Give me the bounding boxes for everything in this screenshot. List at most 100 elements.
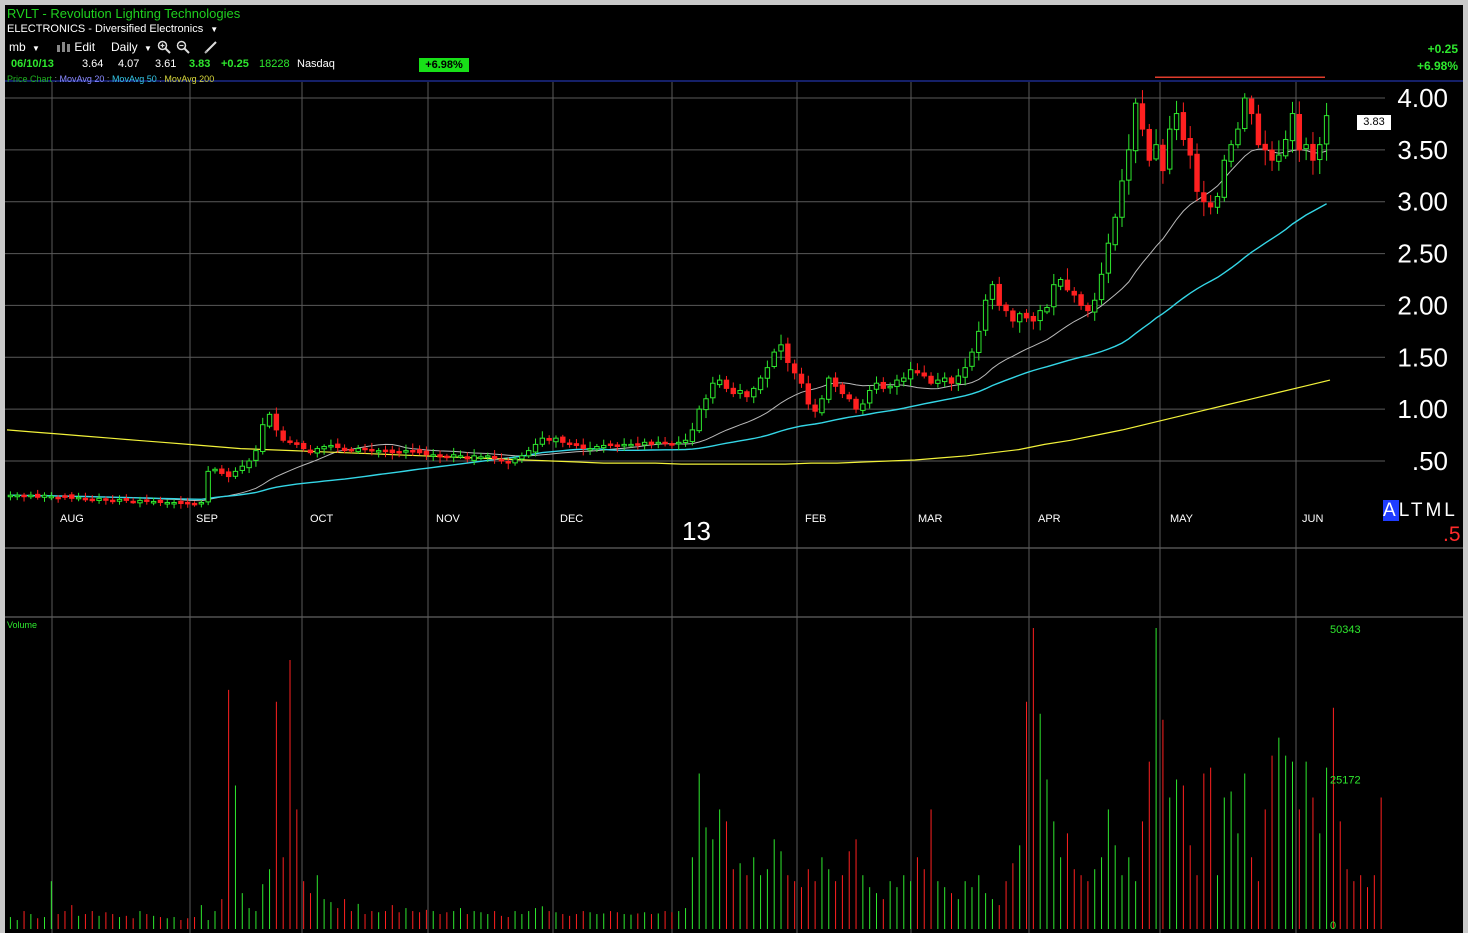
legend-ma20[interactable]: MovAvg 20: [60, 74, 105, 84]
candle-down: [730, 387, 736, 395]
candle-up: [232, 470, 239, 477]
candle-up: [1119, 180, 1125, 218]
candle-up: [471, 455, 477, 461]
candle-down: [82, 497, 89, 501]
edit-menu[interactable]: Edit: [57, 41, 95, 54]
candle-up: [430, 454, 436, 457]
timeframe-selector[interactable]: ALTML: [1383, 500, 1458, 521]
candle-up: [628, 443, 634, 447]
candle-down: [805, 383, 812, 405]
candle-down: [300, 443, 307, 450]
candle-down: [1255, 113, 1262, 146]
candle-down: [1085, 305, 1091, 312]
candle-up: [1303, 144, 1309, 150]
zoom-out-icon[interactable]: [176, 40, 190, 59]
candle-down: [191, 502, 198, 506]
candle-down: [1187, 138, 1193, 156]
chevron-down-icon[interactable]: ▼: [210, 25, 218, 34]
price-axis-label: .50: [1412, 446, 1448, 476]
candle-up: [1282, 138, 1289, 157]
quote-high: 4.07: [118, 58, 140, 70]
legend-ma50[interactable]: MovAvg 50: [112, 74, 157, 84]
price-axis-label: 3.00: [1397, 187, 1448, 217]
user-menu[interactable]: mb ▼: [9, 41, 40, 53]
draw-pen-icon[interactable]: [204, 40, 218, 59]
candle-up: [1057, 279, 1064, 287]
candle-down: [1180, 112, 1187, 140]
candle-down: [1248, 98, 1255, 115]
candle-down: [1194, 153, 1200, 192]
quote-open: 3.64: [82, 58, 104, 70]
candle-up: [935, 379, 941, 384]
candle-down: [1078, 294, 1084, 306]
candle-down: [635, 443, 641, 446]
candle-up: [1153, 144, 1159, 160]
candle-up: [819, 398, 825, 414]
time-axis-label: APR: [1038, 513, 1061, 525]
legend-ma200[interactable]: MovAvg 200: [164, 74, 214, 84]
chart-canvas[interactable]: .501.001.502.002.503.003.504.00AUG SEP OCT…: [0, 0, 1468, 933]
legend-price-chart[interactable]: Price Chart: [7, 74, 52, 84]
candle-up: [532, 443, 539, 453]
candle-down: [607, 443, 614, 446]
candle-up: [587, 448, 593, 451]
timeframe-l[interactable]: L: [1399, 500, 1411, 521]
candle-down: [948, 377, 955, 384]
candle-down: [832, 377, 839, 387]
candle-up: [907, 369, 914, 380]
candle-up: [1228, 144, 1234, 162]
candle-down: [846, 394, 852, 400]
candle-up: [355, 448, 361, 453]
candle-down: [1207, 202, 1214, 208]
candle-up: [621, 443, 627, 447]
timeframe-l2[interactable]: L: [1444, 500, 1458, 521]
candle-up: [751, 387, 757, 398]
user-label: mb: [9, 40, 26, 54]
candle-up: [525, 450, 532, 457]
candle-up: [716, 379, 723, 386]
timeframe-a[interactable]: A: [1383, 500, 1399, 521]
industry-selector[interactable]: ELECTRONICS - Diversified Electronics ▼: [7, 24, 218, 35]
indicator-legend[interactable]: Price Chart : MovAvg 20 : MovAvg 50 : Mo…: [7, 75, 214, 84]
quote-low: 3.61: [155, 58, 177, 70]
candle-down: [1023, 312, 1030, 319]
zoom-in-icon[interactable]: [157, 40, 171, 59]
time-axis-label: AUG: [60, 513, 84, 525]
candle-down: [130, 500, 136, 504]
candle-down: [560, 436, 566, 443]
volume-axis-label: 0: [1330, 920, 1336, 932]
last-price-box: 3.83: [1357, 115, 1391, 130]
candle-up: [866, 389, 873, 404]
period-label: Daily: [111, 40, 138, 54]
time-axis-label: FEB: [805, 513, 826, 525]
candle-up: [757, 377, 764, 391]
candle-down: [1201, 192, 1207, 203]
volume-axis-label: 25172: [1330, 774, 1361, 786]
ma50-line: [10, 203, 1327, 501]
candle-up: [860, 403, 866, 411]
timeframe-t[interactable]: T: [1411, 500, 1426, 521]
candle-up: [989, 284, 996, 300]
candle-up: [41, 494, 48, 498]
quote-volume: 18228: [259, 58, 290, 70]
candle-down: [914, 370, 921, 374]
candle-down: [1146, 128, 1152, 161]
candle-down: [348, 448, 355, 452]
candle-down: [103, 498, 109, 501]
candle-up: [676, 441, 682, 445]
time-axis-label: NOV: [436, 513, 461, 525]
candle-up: [553, 437, 559, 443]
candle-up: [260, 424, 266, 452]
candle-up: [1317, 144, 1323, 161]
candle-up: [266, 413, 273, 427]
quote-change: +0.25: [221, 58, 249, 70]
candle-down: [880, 381, 887, 389]
candle-up: [28, 494, 34, 498]
period-selector[interactable]: Daily ▼: [111, 41, 152, 53]
volume-bars: [9, 628, 1382, 929]
quote-close: 3.83: [189, 58, 211, 70]
candle-up: [1112, 216, 1118, 246]
candle-down: [1071, 290, 1077, 296]
timeframe-m[interactable]: M: [1425, 500, 1444, 521]
candle-up: [710, 382, 716, 399]
